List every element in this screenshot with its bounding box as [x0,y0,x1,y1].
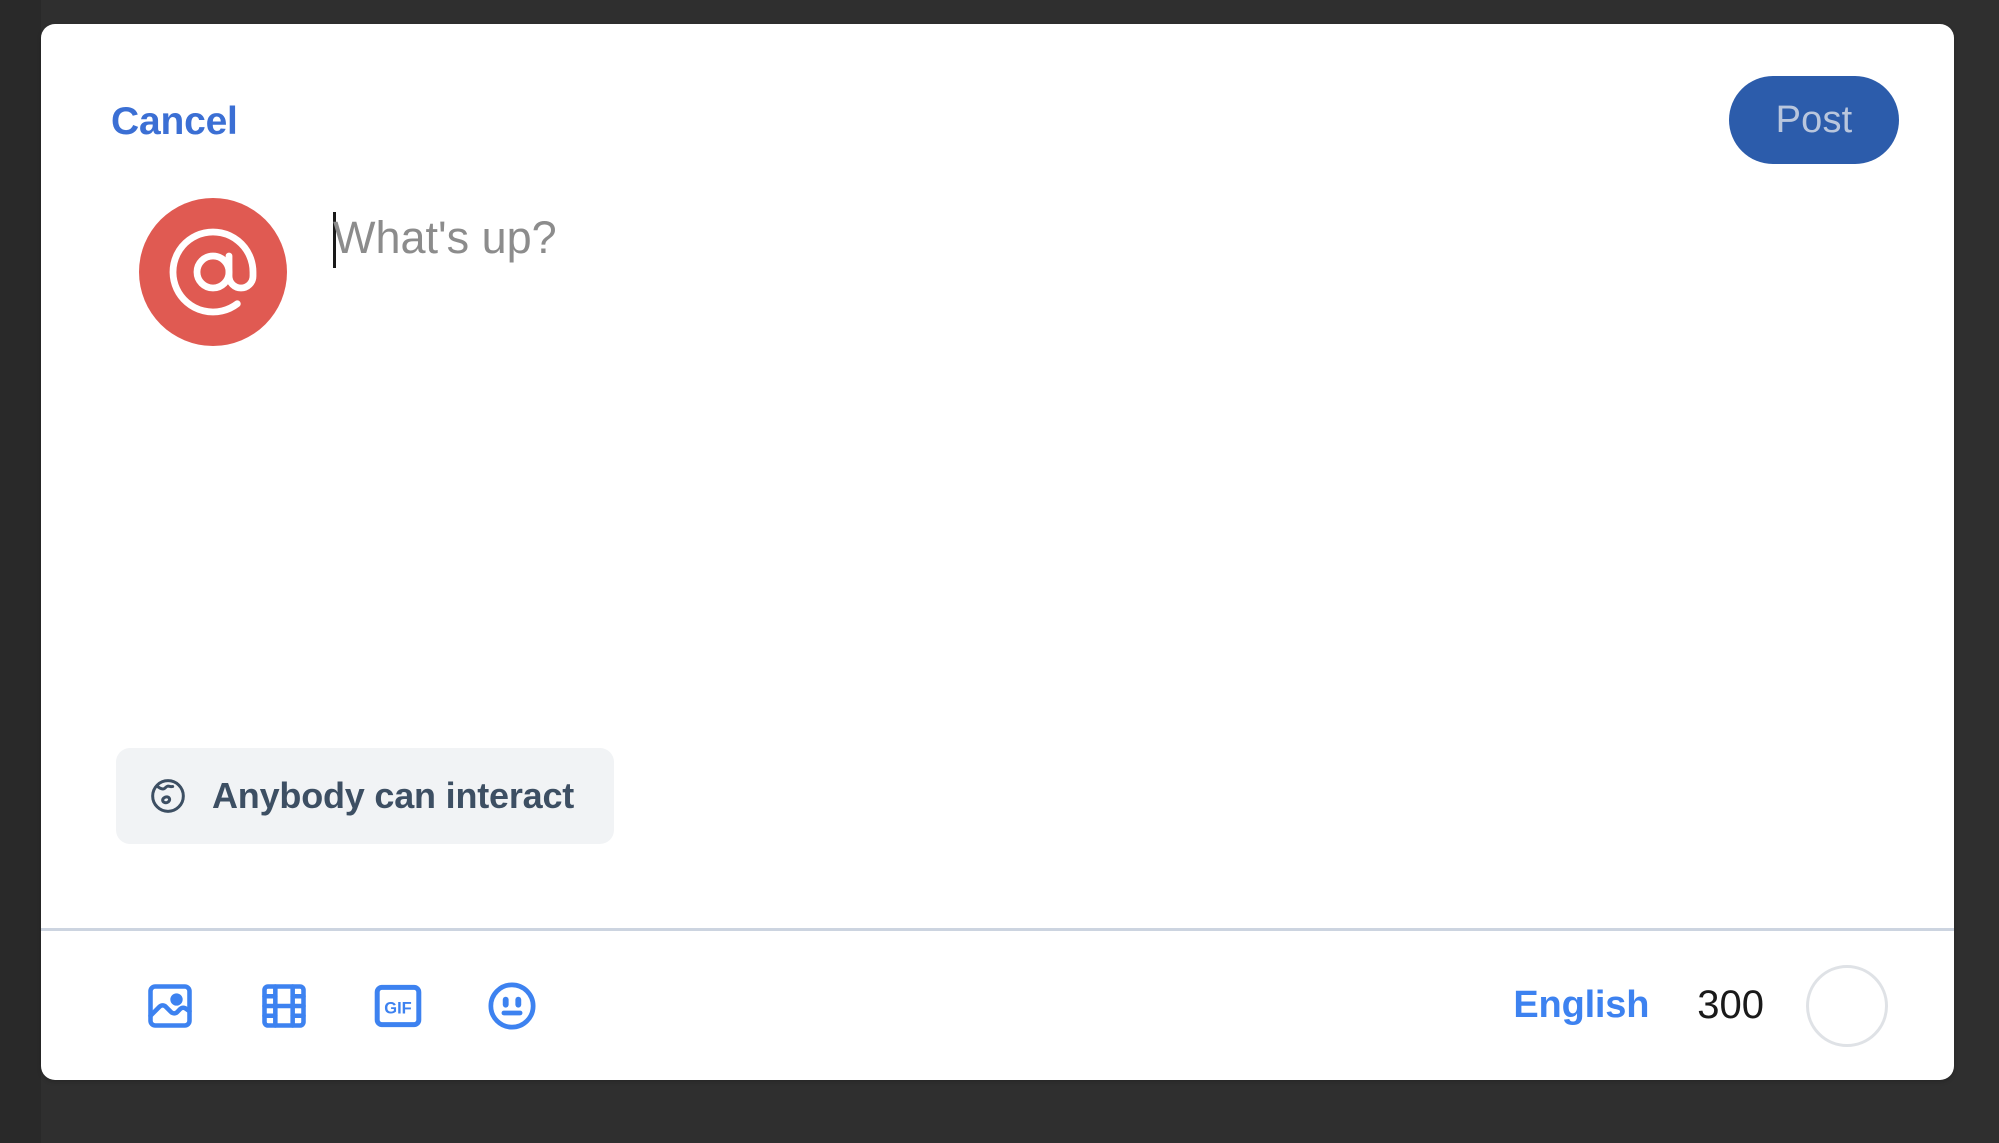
composer-header: Cancel Post [41,24,1954,172]
char-progress-ring[interactable] [1806,964,1888,1047]
add-emoji-button[interactable] [483,977,541,1035]
post-text-input[interactable] [329,200,1894,760]
character-count: 300 [1697,983,1764,1027]
composer-body: Anybody can interact [41,172,1954,928]
add-image-button[interactable] [141,977,199,1035]
audience-selector-label: Anybody can interact [212,775,575,816]
emoji-smiley-icon [488,981,536,1030]
language-selector-button[interactable]: English [1503,978,1659,1033]
add-gif-button[interactable]: GIF [369,977,427,1035]
toolbar-actions: GIF [141,977,541,1035]
svg-text:GIF: GIF [384,999,411,1017]
avatar[interactable] [139,198,287,346]
globe-icon [151,779,185,813]
toolbar-status: English 300 [1503,964,1888,1047]
image-icon [148,983,192,1028]
film-icon [262,983,306,1028]
post-button[interactable]: Post [1729,76,1899,164]
add-video-button[interactable] [255,977,313,1035]
compose-post-card: Cancel Post Anybody can interact [41,24,1954,1080]
composer-toolbar: GIF English 300 [41,928,1954,1080]
gif-icon: GIF [374,984,422,1027]
cancel-button[interactable]: Cancel [99,92,250,152]
at-sign-icon [169,228,257,316]
backdrop-left-gutter [0,0,41,1143]
audience-selector-button[interactable]: Anybody can interact [116,748,615,844]
